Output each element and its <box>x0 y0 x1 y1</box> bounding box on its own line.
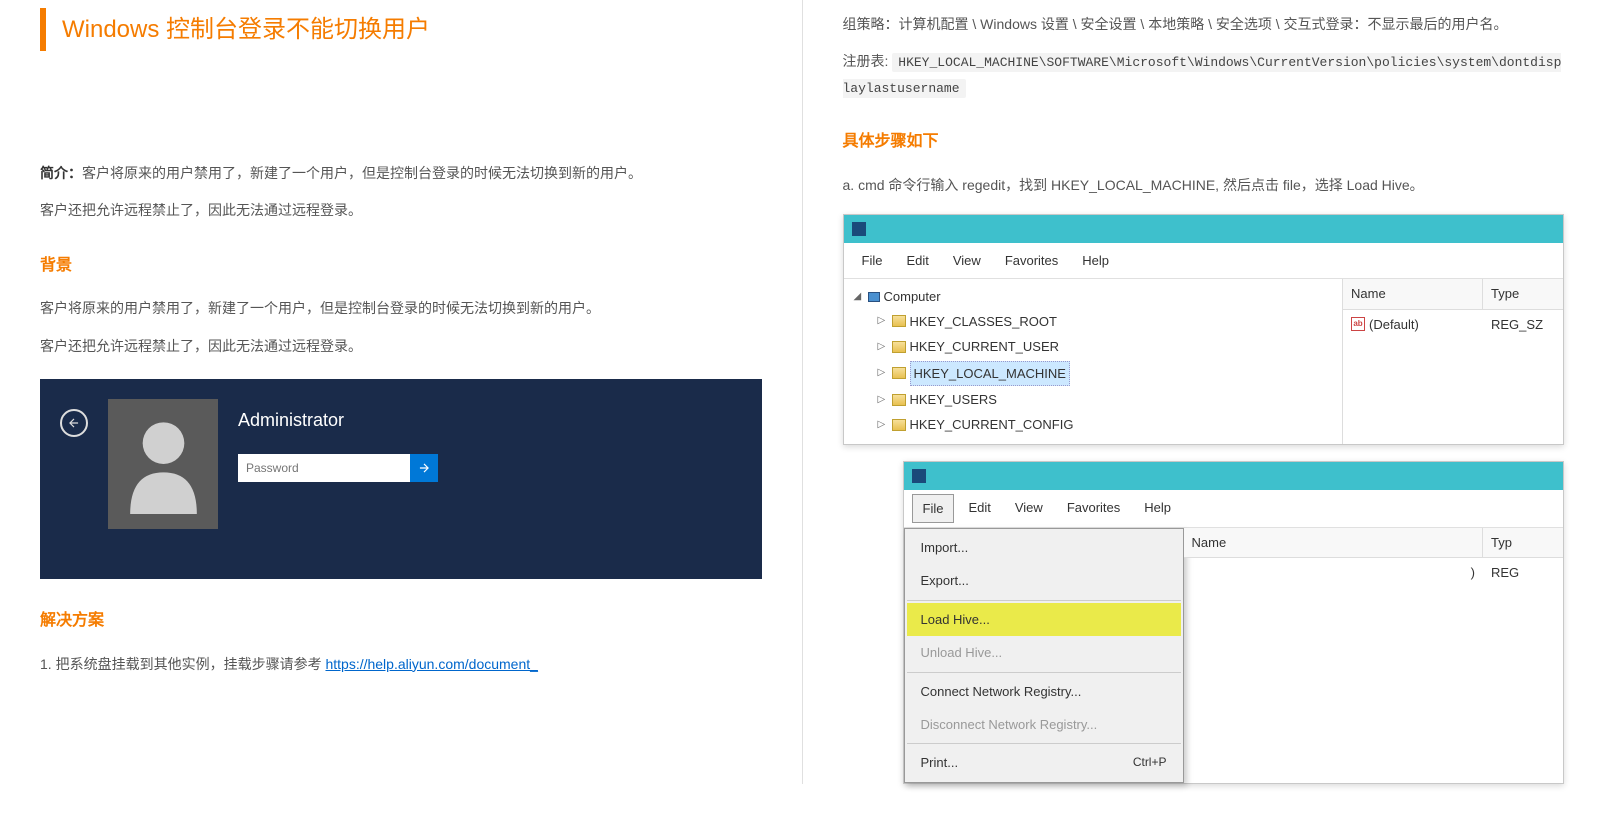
menu-load-hive[interactable]: Load Hive... <box>907 603 1181 636</box>
window-titlebar <box>904 462 1564 490</box>
menu-print[interactable]: Print...Ctrl+P <box>907 746 1181 779</box>
folder-icon <box>892 367 906 379</box>
expand-icon[interactable]: ▷ <box>878 391 888 409</box>
value-default-type: REG_SZ <box>1483 313 1563 336</box>
menu-help[interactable]: Help <box>1134 494 1181 523</box>
step-a: cmd 命令行输入 regedit，找到 HKEY_LOCAL_MACHINE,… <box>863 173 1565 198</box>
menu-separator <box>907 600 1181 601</box>
folder-icon <box>892 341 906 353</box>
registry-tree: ◢ Computer ▷ HKEY_CLASSES_ROOT ▷ HKEY_CURR… <box>844 279 1344 443</box>
bg-paragraph-2: 客户还把允许远程禁止了，因此无法通过远程登录。 <box>40 334 762 359</box>
menu-connect-registry[interactable]: Connect Network Registry... <box>907 675 1181 708</box>
window-titlebar <box>844 215 1564 243</box>
menu-favorites[interactable]: Favorites <box>1057 494 1130 523</box>
step-list: cmd 命令行输入 regedit，找到 HKEY_LOCAL_MACHINE,… <box>843 173 1565 198</box>
login-username: Administrator <box>238 404 742 436</box>
intro-text: 客户将原来的用户禁用了，新建了一个用户，但是控制台登录的时候无法切换到新的用户。 <box>82 165 642 181</box>
solution-link[interactable]: https://help.aliyun.com/document_ <box>325 656 537 672</box>
menu-export[interactable]: Export... <box>907 564 1181 597</box>
bg-paragraph-1: 客户将原来的用户禁用了，新建了一个用户，但是控制台登录的时候无法切换到新的用户。 <box>40 296 762 321</box>
expand-icon[interactable]: ◢ <box>854 288 864 306</box>
string-value-icon: ab <box>1351 317 1365 331</box>
menu-unload-hive: Unload Hive... <box>907 636 1181 669</box>
tree-root-label[interactable]: Computer <box>884 285 941 308</box>
menu-view[interactable]: View <box>943 247 991 274</box>
group-policy-text: 组策略：计算机配置 \ Windows 设置 \ 安全设置 \ 本地策略 \ 安… <box>843 12 1565 37</box>
registry-label: 注册表: <box>843 53 893 69</box>
solution-text: 把系统盘挂载到其他实例，挂载步骤请参考 <box>56 656 326 672</box>
menu-edit[interactable]: Edit <box>958 494 1000 523</box>
back-icon <box>60 409 88 437</box>
section-solution: 解决方案 <box>40 607 762 636</box>
menu-separator <box>907 672 1181 673</box>
menu-favorites[interactable]: Favorites <box>995 247 1068 274</box>
intro-paragraph-2: 客户还把允许远程禁止了，因此无法通过远程登录。 <box>40 198 762 223</box>
section-background: 背景 <box>40 252 762 281</box>
submit-button[interactable] <box>410 454 438 482</box>
menubar: File Edit View Favorites Help <box>844 243 1564 279</box>
regedit-icon <box>912 469 926 483</box>
col-type: Typ <box>1483 528 1563 557</box>
menu-disconnect-registry: Disconnect Network Registry... <box>907 708 1181 741</box>
menu-file[interactable]: File <box>852 247 893 274</box>
shortcut-label: Ctrl+P <box>1133 752 1167 774</box>
menu-help[interactable]: Help <box>1072 247 1119 274</box>
tree-hkcr[interactable]: HKEY_CLASSES_ROOT <box>910 310 1057 333</box>
folder-icon <box>892 315 906 327</box>
solution-list: 把系统盘挂载到其他实例，挂载步骤请参考 https://help.aliyun.… <box>40 652 762 677</box>
regedit-screenshot-2: File Edit View Favorites Help Import... … <box>903 461 1565 784</box>
tree-hkcc[interactable]: HKEY_CURRENT_CONFIG <box>910 413 1074 436</box>
menu-view[interactable]: View <box>1005 494 1053 523</box>
password-input[interactable] <box>238 454 410 482</box>
expand-icon[interactable]: ▷ <box>878 416 888 434</box>
file-dropdown-menu: Import... Export... Load Hive... Unload … <box>904 528 1184 783</box>
tree-hkcu[interactable]: HKEY_CURRENT_USER <box>910 335 1060 358</box>
col-name: Name <box>1184 528 1484 557</box>
regedit-icon <box>852 222 866 236</box>
menu-import[interactable]: Import... <box>907 531 1181 564</box>
menu-edit[interactable]: Edit <box>896 247 938 274</box>
intro-label: 简介： <box>40 165 82 181</box>
page-title: Windows 控制台登录不能切换用户 <box>40 8 762 51</box>
value-type-partial: REG <box>1483 561 1563 584</box>
value-default-name[interactable]: (Default) <box>1369 313 1419 336</box>
tree-hklm-selected[interactable]: HKEY_LOCAL_MACHINE <box>910 361 1070 386</box>
folder-icon <box>892 419 906 431</box>
registry-values: Name Type ab (Default) REG_SZ <box>1343 279 1563 443</box>
expand-icon[interactable]: ▷ <box>878 364 888 382</box>
regedit-screenshot-1: File Edit View Favorites Help ◢ Computer… <box>843 214 1565 445</box>
user-avatar <box>108 399 218 529</box>
registry-values: Name Typ ) REG <box>1184 528 1564 783</box>
login-screenshot: Administrator <box>40 379 762 579</box>
intro-paragraph: 简介：客户将原来的用户禁用了，新建了一个用户，但是控制台登录的时候无法切换到新的… <box>40 161 762 186</box>
col-type: Type <box>1483 279 1563 308</box>
menu-file-active[interactable]: File <box>912 494 955 523</box>
expand-icon[interactable]: ▷ <box>878 312 888 330</box>
col-name: Name <box>1343 279 1483 308</box>
computer-icon <box>868 292 880 302</box>
section-steps: 具体步骤如下 <box>843 128 1565 157</box>
tree-hku[interactable]: HKEY_USERS <box>910 388 997 411</box>
menu-separator <box>907 743 1181 744</box>
menubar: File Edit View Favorites Help <box>904 490 1564 528</box>
expand-icon[interactable]: ▷ <box>878 338 888 356</box>
folder-icon <box>892 394 906 406</box>
registry-paragraph: 注册表: HKEY_LOCAL_MACHINE\SOFTWARE\Microso… <box>843 49 1565 100</box>
solution-item-1: 把系统盘挂载到其他实例，挂载步骤请参考 https://help.aliyun.… <box>40 652 762 677</box>
registry-path: HKEY_LOCAL_MACHINE\SOFTWARE\Microsoft\Wi… <box>843 53 1562 97</box>
